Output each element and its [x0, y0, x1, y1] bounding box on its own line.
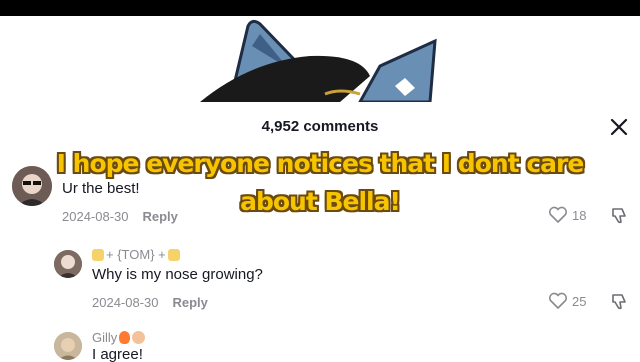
comment-username: Gilly [92, 330, 118, 345]
heart-icon [548, 206, 568, 223]
thumbs-down-icon [612, 294, 626, 310]
thumbs-down-icon [612, 208, 626, 224]
comment-date: 2024-08-30 [92, 295, 159, 310]
video-top-bar [0, 0, 640, 16]
avatar[interactable] [54, 332, 82, 360]
comment-text: Ur the best! [62, 180, 140, 197]
reply-button[interactable]: Reply [143, 209, 178, 224]
comments-header: 4,952 comments [0, 102, 640, 150]
comments-count: 4,952 comments [261, 118, 379, 135]
hand-emoji-icon [167, 248, 180, 261]
avatar-image [54, 250, 82, 278]
avatar-image [54, 332, 82, 360]
comment-username: + {TOM} + [106, 247, 166, 262]
video-thumbnail[interactable] [190, 16, 440, 102]
comment-text: Why is my nose growing? [92, 266, 263, 283]
fire-emoji-icon [119, 331, 131, 344]
close-icon [610, 118, 628, 136]
avatar[interactable] [12, 166, 52, 206]
hand-emoji-icon [92, 248, 104, 261]
comment-text: I agree! [92, 346, 143, 362]
character-ears-art [200, 19, 437, 102]
comment-date: 2024-08-30 [62, 209, 129, 224]
avatar-image [12, 166, 52, 206]
close-button[interactable] [606, 114, 632, 140]
like-button[interactable]: 18 [548, 206, 586, 224]
avatar[interactable] [54, 250, 82, 278]
dislike-button[interactable] [610, 207, 628, 225]
heart-icon [548, 292, 568, 309]
caption-line: I hope everyone notices that I dont care [56, 149, 585, 178]
comment-meta: 2024-08-30 Reply [62, 209, 178, 224]
comment-username-row[interactable]: + {TOM} + [92, 247, 180, 262]
reply-button[interactable]: Reply [173, 295, 208, 310]
peach-emoji-icon [132, 331, 146, 344]
dislike-button[interactable] [610, 293, 628, 311]
like-button[interactable]: 25 [548, 292, 586, 310]
like-count: 25 [572, 293, 587, 309]
like-count: 18 [572, 207, 587, 223]
comment-meta: 2024-08-30 Reply [92, 295, 208, 310]
comment-username-row[interactable]: Gilly [92, 330, 146, 345]
